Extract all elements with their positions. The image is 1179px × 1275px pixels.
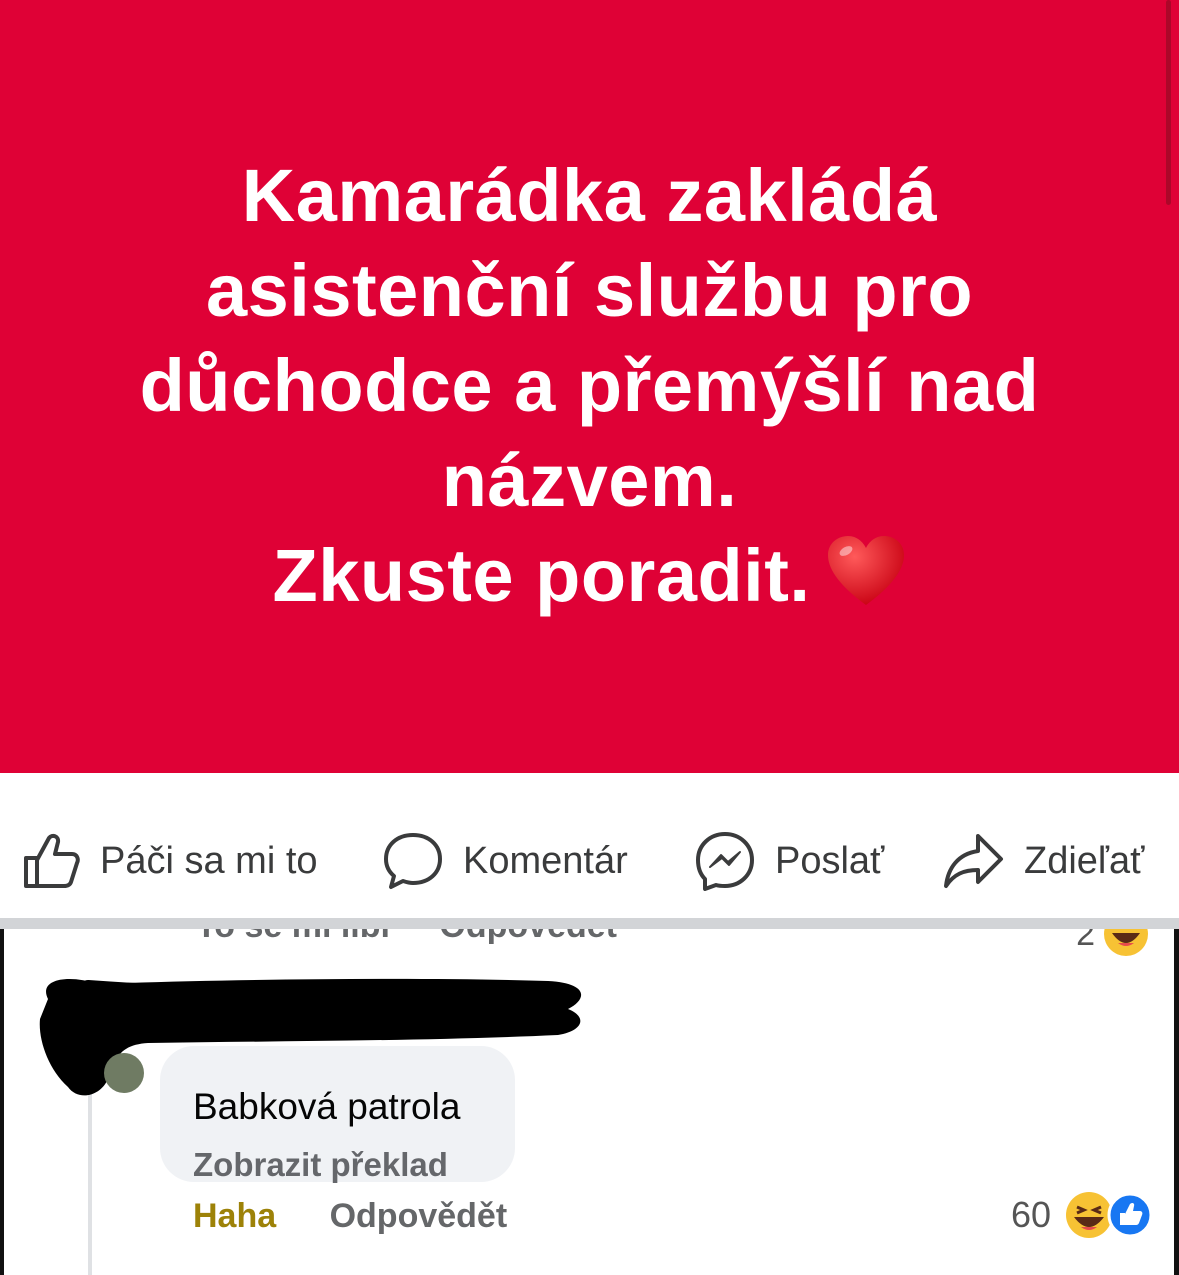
haha-reaction-link[interactable]: Haha [193,1197,276,1235]
post-line-5: Zkuste poradit. [60,528,1119,623]
comment-label: Komentár [463,839,628,882]
frame-edge-left [0,929,4,1275]
post-line-1: Kamarádka zakládá [241,154,938,237]
like-button[interactable]: Páči sa mi to [22,828,318,894]
send-label: Poslať [775,839,885,882]
screenshot-divider [0,918,1179,929]
post-image[interactable]: Kamarádka zakládá asistenční službu pro … [0,0,1179,773]
share-button[interactable]: Zdieľať [942,828,1144,894]
show-translation-link[interactable]: Zobrazit překlad [193,1146,448,1184]
thumbs-up-icon [24,833,80,888]
comment-text: Babková patrola [193,1086,461,1127]
commenter-avatar[interactable] [104,1053,144,1093]
send-button[interactable]: Poslať [695,828,884,894]
post-text: Kamarádka zakládá asistenční službu pro … [60,148,1119,623]
comment-bubble[interactable]: Babková patrola Zobrazit překlad [160,1046,515,1184]
post-action-bar: Páči sa mi to Komentár Poslať Zdieľať [0,773,1179,918]
messenger-icon [696,832,754,891]
frame-edge-right [1174,929,1179,1275]
reaction-count: 60 [1010,1194,1051,1235]
previous-reaction-count: 2 [1076,929,1095,953]
scrollbar[interactable] [1166,0,1171,205]
comment-icon [384,833,442,889]
comment-actions: Haha Odpovědět [193,1197,507,1236]
post-line-4: názvem. [441,439,738,522]
share-icon [944,834,1003,888]
reply-link[interactable]: Odpovědět [330,1197,508,1235]
previous-comment-actions: To se mi líbí Odpovědět [196,929,657,946]
previous-like-link[interactable]: To se mi líbí [196,929,390,945]
previous-reply-link[interactable]: Odpovědět [439,929,617,945]
post-line-2: asistenční službu pro [205,249,974,332]
comment-button[interactable]: Komentár [383,828,628,894]
previous-reaction-summary[interactable]: 2 [1076,929,1149,957]
reaction-summary[interactable]: 60 [1011,1191,1153,1239]
haha-icon [1066,1192,1112,1238]
post-line-3: důchodce a přemýšlí nad [139,344,1040,427]
share-label: Zdieľať [1024,839,1145,882]
post-line-5-text: Zkuste poradit. [272,534,811,617]
like-icon [1107,1192,1153,1238]
like-label: Páči sa mi to [100,839,318,882]
comments-section: To se mi líbí Odpovědět 2 Babková patrol… [0,929,1179,1275]
haha-icon [1104,929,1148,956]
heart-icon [828,536,905,605]
